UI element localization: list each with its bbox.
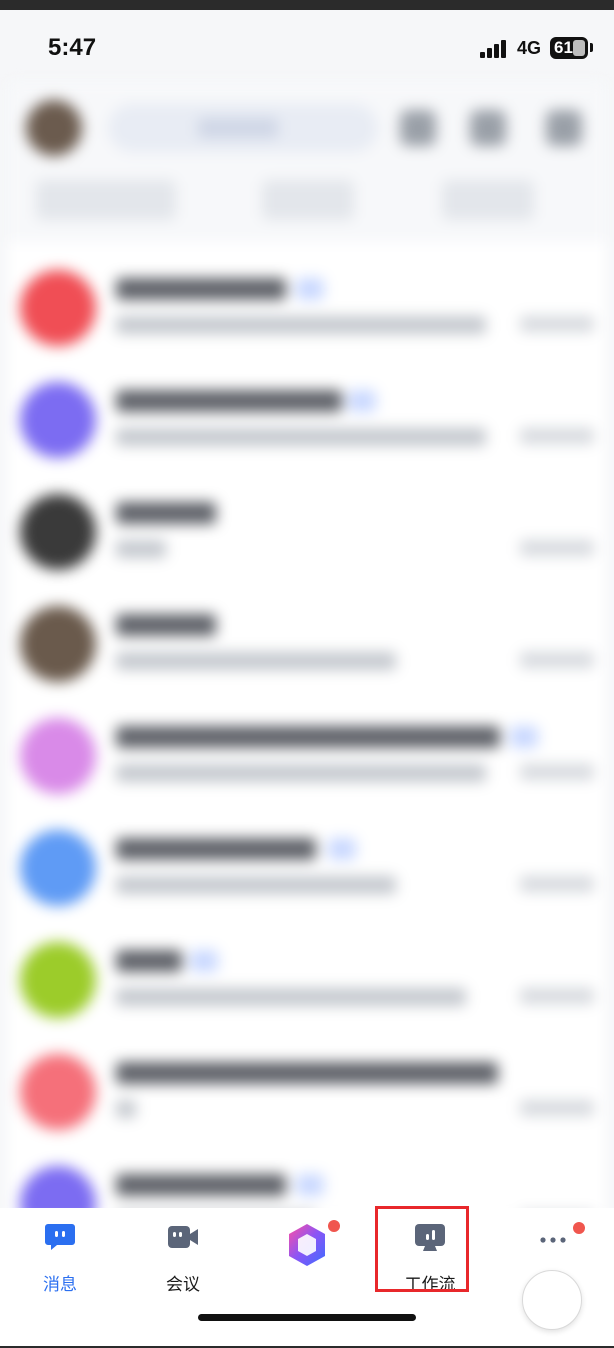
quick-tab	[36, 180, 176, 220]
quick-tab	[262, 180, 354, 220]
list-item	[8, 364, 606, 476]
tab-meetings[interactable]: 会议	[128, 1220, 238, 1300]
tab-messages-label: 消息	[43, 1275, 77, 1295]
blurred-header	[8, 82, 606, 242]
status-bar: 5:47 4G 61	[0, 10, 614, 82]
ai-assistant-logo-icon	[289, 1224, 325, 1266]
list-item	[8, 924, 606, 1036]
battery-level: 61	[554, 38, 573, 57]
battery-icon: 61	[550, 37, 588, 59]
header-icon	[470, 110, 506, 146]
phone-screen: 5:47 4G 61 消息 会议 工作流	[0, 10, 614, 1346]
header-icon	[546, 110, 582, 146]
signal-icon	[480, 38, 510, 58]
video-camera-icon	[168, 1226, 198, 1248]
list-item	[8, 1036, 606, 1148]
floating-assistive-button[interactable]	[522, 1270, 582, 1330]
list-item	[8, 476, 606, 588]
network-type: 4G	[517, 38, 542, 58]
list-item	[8, 252, 606, 364]
tab-ai-assistant[interactable]	[252, 1220, 362, 1300]
home-indicator[interactable]	[198, 1314, 416, 1321]
bottom-tab-bar: 消息 会议 工作流	[0, 1208, 614, 1346]
list-item	[8, 700, 606, 812]
header-icon	[400, 110, 436, 146]
tab-meetings-label: 会议	[166, 1275, 200, 1295]
highlight-box	[375, 1206, 469, 1292]
message-icon	[45, 1224, 75, 1250]
badge-dot	[573, 1222, 585, 1234]
blurred-message-list	[8, 82, 606, 1222]
avatar	[26, 100, 82, 156]
status-time: 5:47	[48, 34, 97, 61]
list-item	[8, 588, 606, 700]
badge-dot	[328, 1220, 340, 1232]
quick-tab	[442, 180, 534, 220]
list-item	[8, 812, 606, 924]
battery-tip	[590, 43, 593, 52]
more-dots-icon	[540, 1237, 566, 1243]
tab-messages[interactable]: 消息	[5, 1220, 115, 1300]
